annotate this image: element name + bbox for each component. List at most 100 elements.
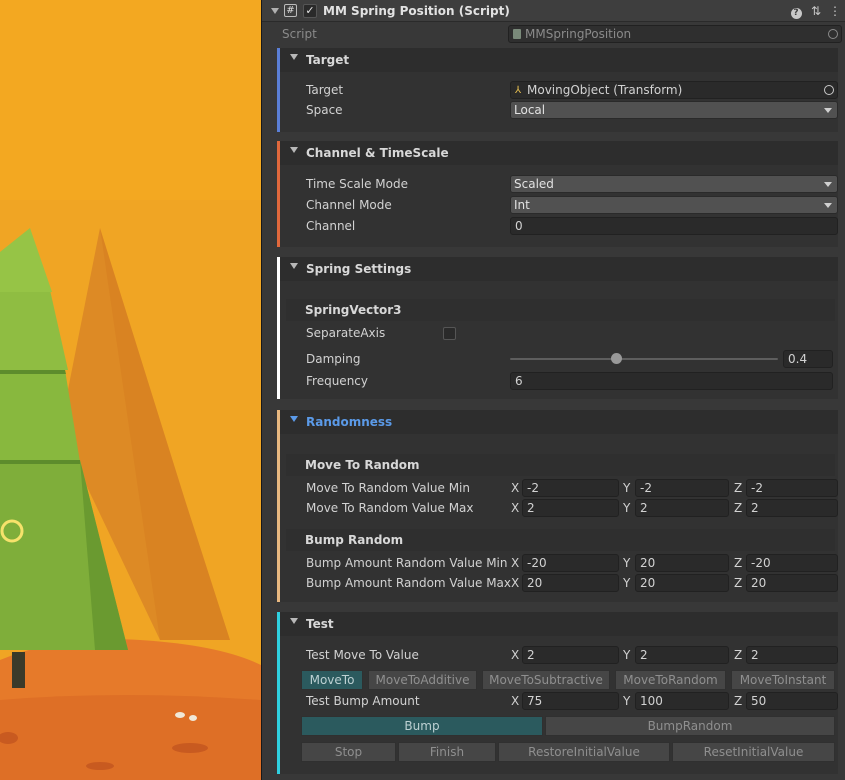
time-scale-mode-dropdown[interactable]: Scaled bbox=[510, 175, 838, 193]
group-spring-header[interactable]: Spring Settings bbox=[280, 257, 838, 281]
spring-vector3-header: SpringVector3 bbox=[286, 299, 835, 321]
bump-random-max-label: Bump Amount Random Value Max bbox=[306, 576, 512, 590]
bump-random-title: Bump Random bbox=[305, 533, 404, 547]
spring-vector3-title: SpringVector3 bbox=[305, 303, 402, 317]
chevron-down-icon bbox=[824, 182, 832, 187]
axis-z-label: Z bbox=[734, 556, 743, 570]
separate-axis-checkbox[interactable] bbox=[443, 327, 456, 340]
group-spring: Spring Settings SpringVector3 SeparateAx… bbox=[277, 257, 838, 399]
move-to-random-min-y[interactable]: -2 bbox=[635, 479, 729, 497]
bump-button[interactable]: Bump bbox=[301, 716, 543, 736]
foldout-arrow-icon[interactable] bbox=[290, 147, 298, 153]
help-icon[interactable]: ? bbox=[789, 4, 803, 19]
move-to-subtractive-button[interactable]: MoveToSubtractive bbox=[482, 670, 610, 690]
test-bump-amount-x[interactable]: 75 bbox=[522, 692, 619, 710]
foldout-arrow-icon[interactable] bbox=[290, 416, 298, 422]
channel-mode-label: Channel Mode bbox=[306, 198, 392, 212]
frequency-label: Frequency bbox=[306, 374, 368, 388]
group-channel-title: Channel & TimeScale bbox=[306, 146, 449, 160]
bump-random-min-x[interactable]: -20 bbox=[522, 554, 619, 572]
axis-y-label: Y bbox=[623, 648, 631, 662]
channel-mode-dropdown[interactable]: Int bbox=[510, 196, 838, 214]
group-randomness-title: Randomness bbox=[306, 415, 393, 429]
chevron-down-icon bbox=[824, 108, 832, 113]
move-to-button[interactable]: MoveTo bbox=[301, 670, 363, 690]
foldout-arrow-icon[interactable] bbox=[290, 54, 298, 60]
move-to-random-max-x[interactable]: 2 bbox=[522, 499, 619, 517]
axis-z-label: Z bbox=[734, 576, 743, 590]
move-to-random-min-x[interactable]: -2 bbox=[522, 479, 619, 497]
damping-slider-track[interactable] bbox=[510, 358, 778, 360]
axis-z-label: Z bbox=[734, 501, 743, 515]
bump-random-button[interactable]: BumpRandom bbox=[545, 716, 835, 736]
group-test-title: Test bbox=[306, 617, 334, 631]
axis-y-label: Y bbox=[623, 556, 631, 570]
move-to-random-min-z[interactable]: -2 bbox=[746, 479, 838, 497]
bump-random-max-x[interactable]: 20 bbox=[522, 574, 619, 592]
target-object-field[interactable]: ⅄ MovingObject (Transform) bbox=[510, 81, 838, 99]
channel-label: Channel bbox=[306, 219, 356, 233]
move-to-random-min-label: Move To Random Value Min bbox=[306, 481, 470, 495]
script-file-icon bbox=[513, 29, 521, 39]
object-picker-icon[interactable] bbox=[828, 29, 838, 39]
damping-label: Damping bbox=[306, 352, 361, 366]
bump-random-header: Bump Random bbox=[286, 529, 835, 551]
restore-initial-value-button[interactable]: RestoreInitialValue bbox=[498, 742, 670, 762]
group-test: Test Test Move To Value X 2 Y 2 Z 2 Move… bbox=[277, 612, 838, 774]
channel-input[interactable]: 0 bbox=[510, 217, 838, 235]
object-picker-icon[interactable] bbox=[824, 85, 834, 95]
test-move-to-value-label: Test Move To Value bbox=[306, 648, 419, 662]
foldout-arrow-icon[interactable] bbox=[290, 618, 298, 624]
axis-z-label: Z bbox=[734, 481, 743, 495]
group-randomness: Randomness Move To Random Move To Random… bbox=[277, 410, 838, 602]
scene-viewport[interactable] bbox=[0, 0, 261, 780]
damping-input[interactable]: 0.4 bbox=[783, 350, 833, 368]
axis-z-label: Z bbox=[734, 648, 743, 662]
component-header[interactable]: # ✓ MM Spring Position (Script) ? ⇅ ⋮ bbox=[262, 0, 845, 22]
bump-random-max-z[interactable]: 20 bbox=[746, 574, 838, 592]
move-to-random-button[interactable]: MoveToRandom bbox=[615, 670, 726, 690]
component-foldout-icon[interactable] bbox=[271, 8, 279, 14]
stop-button[interactable]: Stop bbox=[301, 742, 396, 762]
foldout-arrow-icon[interactable] bbox=[290, 263, 298, 269]
move-to-random-title: Move To Random bbox=[305, 458, 420, 472]
bump-random-max-y[interactable]: 20 bbox=[635, 574, 729, 592]
group-randomness-header[interactable]: Randomness bbox=[280, 410, 838, 434]
more-menu-icon[interactable]: ⋮ bbox=[828, 4, 842, 18]
script-label: Script bbox=[282, 27, 317, 41]
test-move-to-value-y[interactable]: 2 bbox=[635, 646, 729, 664]
test-bump-amount-z[interactable]: 50 bbox=[746, 692, 838, 710]
space-dropdown[interactable]: Local bbox=[510, 101, 838, 119]
damping-slider-thumb[interactable] bbox=[611, 353, 622, 364]
finish-button[interactable]: Finish bbox=[398, 742, 496, 762]
transform-icon: ⅄ bbox=[515, 85, 522, 96]
axis-y-label: Y bbox=[623, 576, 631, 590]
axis-y-label: Y bbox=[623, 501, 631, 515]
group-target-header[interactable]: Target bbox=[280, 48, 838, 72]
axis-y-label: Y bbox=[623, 481, 631, 495]
chevron-down-icon bbox=[824, 203, 832, 208]
space-label: Space bbox=[306, 103, 343, 117]
reset-initial-value-button[interactable]: ResetInitialValue bbox=[672, 742, 835, 762]
script-object-field: MMSpringPosition bbox=[508, 25, 842, 43]
move-to-instant-button[interactable]: MoveToInstant bbox=[731, 670, 835, 690]
test-bump-amount-y[interactable]: 100 bbox=[635, 692, 729, 710]
move-to-random-max-y[interactable]: 2 bbox=[635, 499, 729, 517]
bump-random-min-y[interactable]: 20 bbox=[635, 554, 729, 572]
bump-random-min-label: Bump Amount Random Value Min bbox=[306, 556, 508, 570]
component-title: MM Spring Position (Script) bbox=[323, 4, 510, 18]
test-move-to-value-x[interactable]: 2 bbox=[522, 646, 619, 664]
test-move-to-value-z[interactable]: 2 bbox=[746, 646, 838, 664]
bump-random-min-z[interactable]: -20 bbox=[746, 554, 838, 572]
time-scale-mode-label: Time Scale Mode bbox=[306, 177, 408, 191]
preset-sliders-icon[interactable]: ⇅ bbox=[809, 4, 823, 18]
group-test-header[interactable]: Test bbox=[280, 612, 838, 636]
test-bump-amount-label: Test Bump Amount bbox=[306, 694, 420, 708]
group-channel-header[interactable]: Channel & TimeScale bbox=[280, 141, 838, 165]
move-to-additive-button[interactable]: MoveToAdditive bbox=[368, 670, 477, 690]
axis-y-label: Y bbox=[623, 694, 631, 708]
move-to-random-max-z[interactable]: 2 bbox=[746, 499, 838, 517]
inspector-panel: # ✓ MM Spring Position (Script) ? ⇅ ⋮ Sc… bbox=[261, 0, 845, 780]
component-enabled-checkbox[interactable]: ✓ bbox=[303, 4, 317, 18]
frequency-input[interactable]: 6 bbox=[510, 372, 833, 390]
